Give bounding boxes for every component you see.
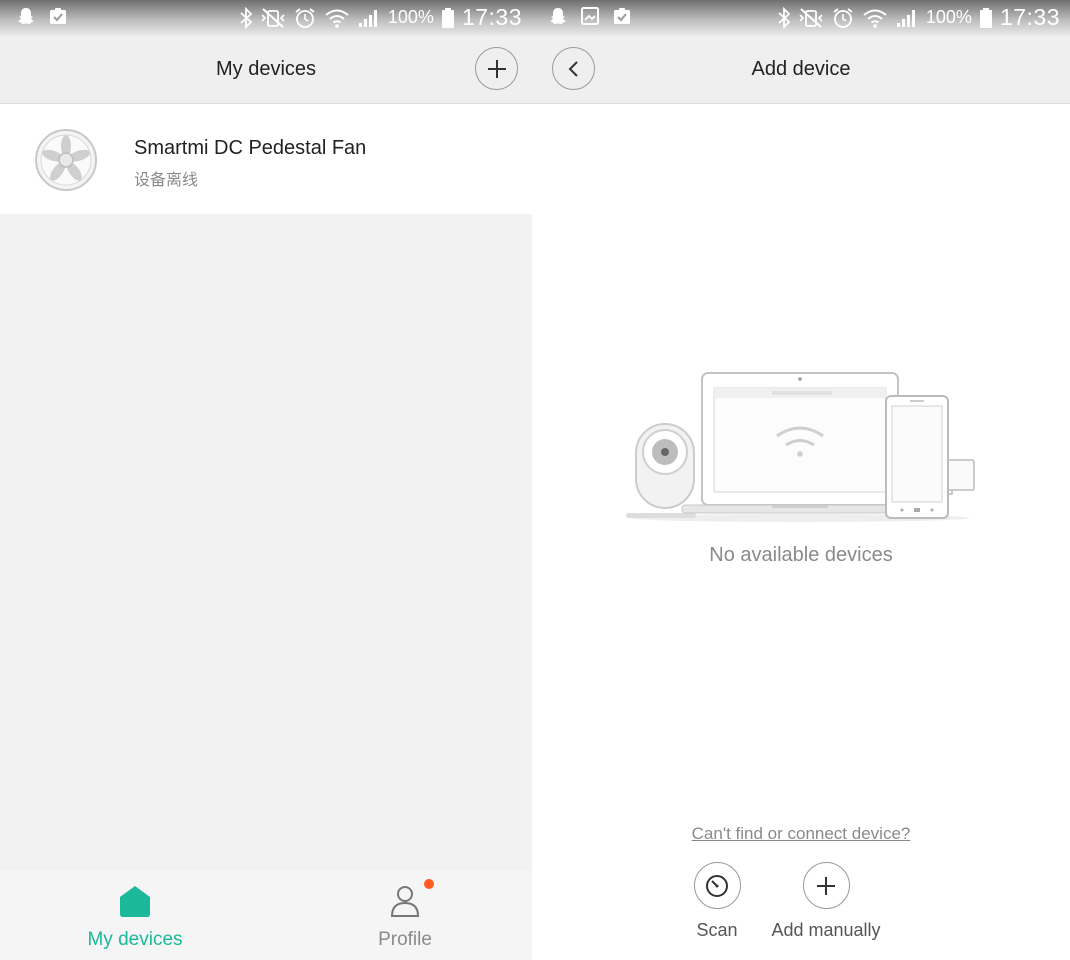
tab-my-devices[interactable]: My devices — [35, 870, 235, 960]
profile-icon — [390, 886, 420, 917]
plus-icon — [487, 59, 506, 78]
plus-icon — [817, 876, 835, 895]
device-list-item[interactable]: Smartmi DC Pedestal Fan 设备离线 — [0, 104, 532, 214]
bluetooth-icon — [778, 6, 791, 29]
battery-percent: 100% — [387, 7, 434, 27]
snapchat-icon — [18, 8, 34, 24]
header: My devices — [0, 36, 532, 104]
status-bar: 100% 17:33 — [532, 0, 1070, 36]
battery-icon — [441, 7, 454, 28]
device-status: 设备离线 — [134, 172, 199, 189]
snapchat-icon — [550, 8, 566, 24]
alarm-icon — [833, 7, 853, 28]
tab-label: Profile — [378, 929, 432, 950]
bottom-tab-bar: My devices Profile — [0, 870, 532, 960]
battery-percent: 100% — [925, 7, 972, 27]
page-title: Add device — [751, 58, 851, 80]
add-device-button[interactable] — [475, 47, 518, 90]
clock: 17:33 — [461, 4, 522, 30]
scan-icon — [706, 874, 728, 897]
wifi-icon — [325, 9, 349, 28]
tab-profile[interactable]: Profile — [305, 870, 505, 960]
tab-label: My devices — [87, 929, 183, 950]
clipboard-check-icon — [614, 8, 630, 24]
clipboard-check-icon — [50, 8, 66, 24]
page-title: My devices — [215, 58, 317, 80]
fan-icon — [35, 129, 97, 191]
battery-icon — [979, 7, 992, 28]
alarm-icon — [295, 7, 315, 28]
clock: 17:33 — [999, 4, 1060, 30]
signal-icon — [896, 9, 915, 27]
empty-state-text: No available devices — [709, 544, 893, 566]
add-device-screen: 100% 17:33 Add device No available devic… — [532, 0, 1070, 960]
status-bar: 100% 17:33 — [0, 0, 532, 36]
notification-badge — [424, 879, 434, 889]
vibrate-mute-icon — [261, 7, 285, 28]
wifi-icon — [863, 9, 887, 28]
vibrate-mute-icon — [799, 7, 823, 28]
devices-illustration — [626, 372, 975, 522]
signal-icon — [358, 9, 377, 27]
add-manually-button[interactable]: Add manually — [756, 862, 896, 941]
bluetooth-icon — [240, 6, 253, 29]
help-link[interactable]: Can't find or connect device? — [532, 824, 1070, 844]
add-manually-label: Add manually — [771, 920, 881, 940]
home-icon — [120, 886, 150, 917]
my-devices-screen: 100% 17:33 My devices Smartmi DC Pedesta… — [0, 0, 532, 960]
gallery-icon — [581, 7, 599, 25]
device-name: Smartmi DC Pedestal Fan — [134, 137, 367, 159]
header: Add device — [532, 36, 1070, 104]
